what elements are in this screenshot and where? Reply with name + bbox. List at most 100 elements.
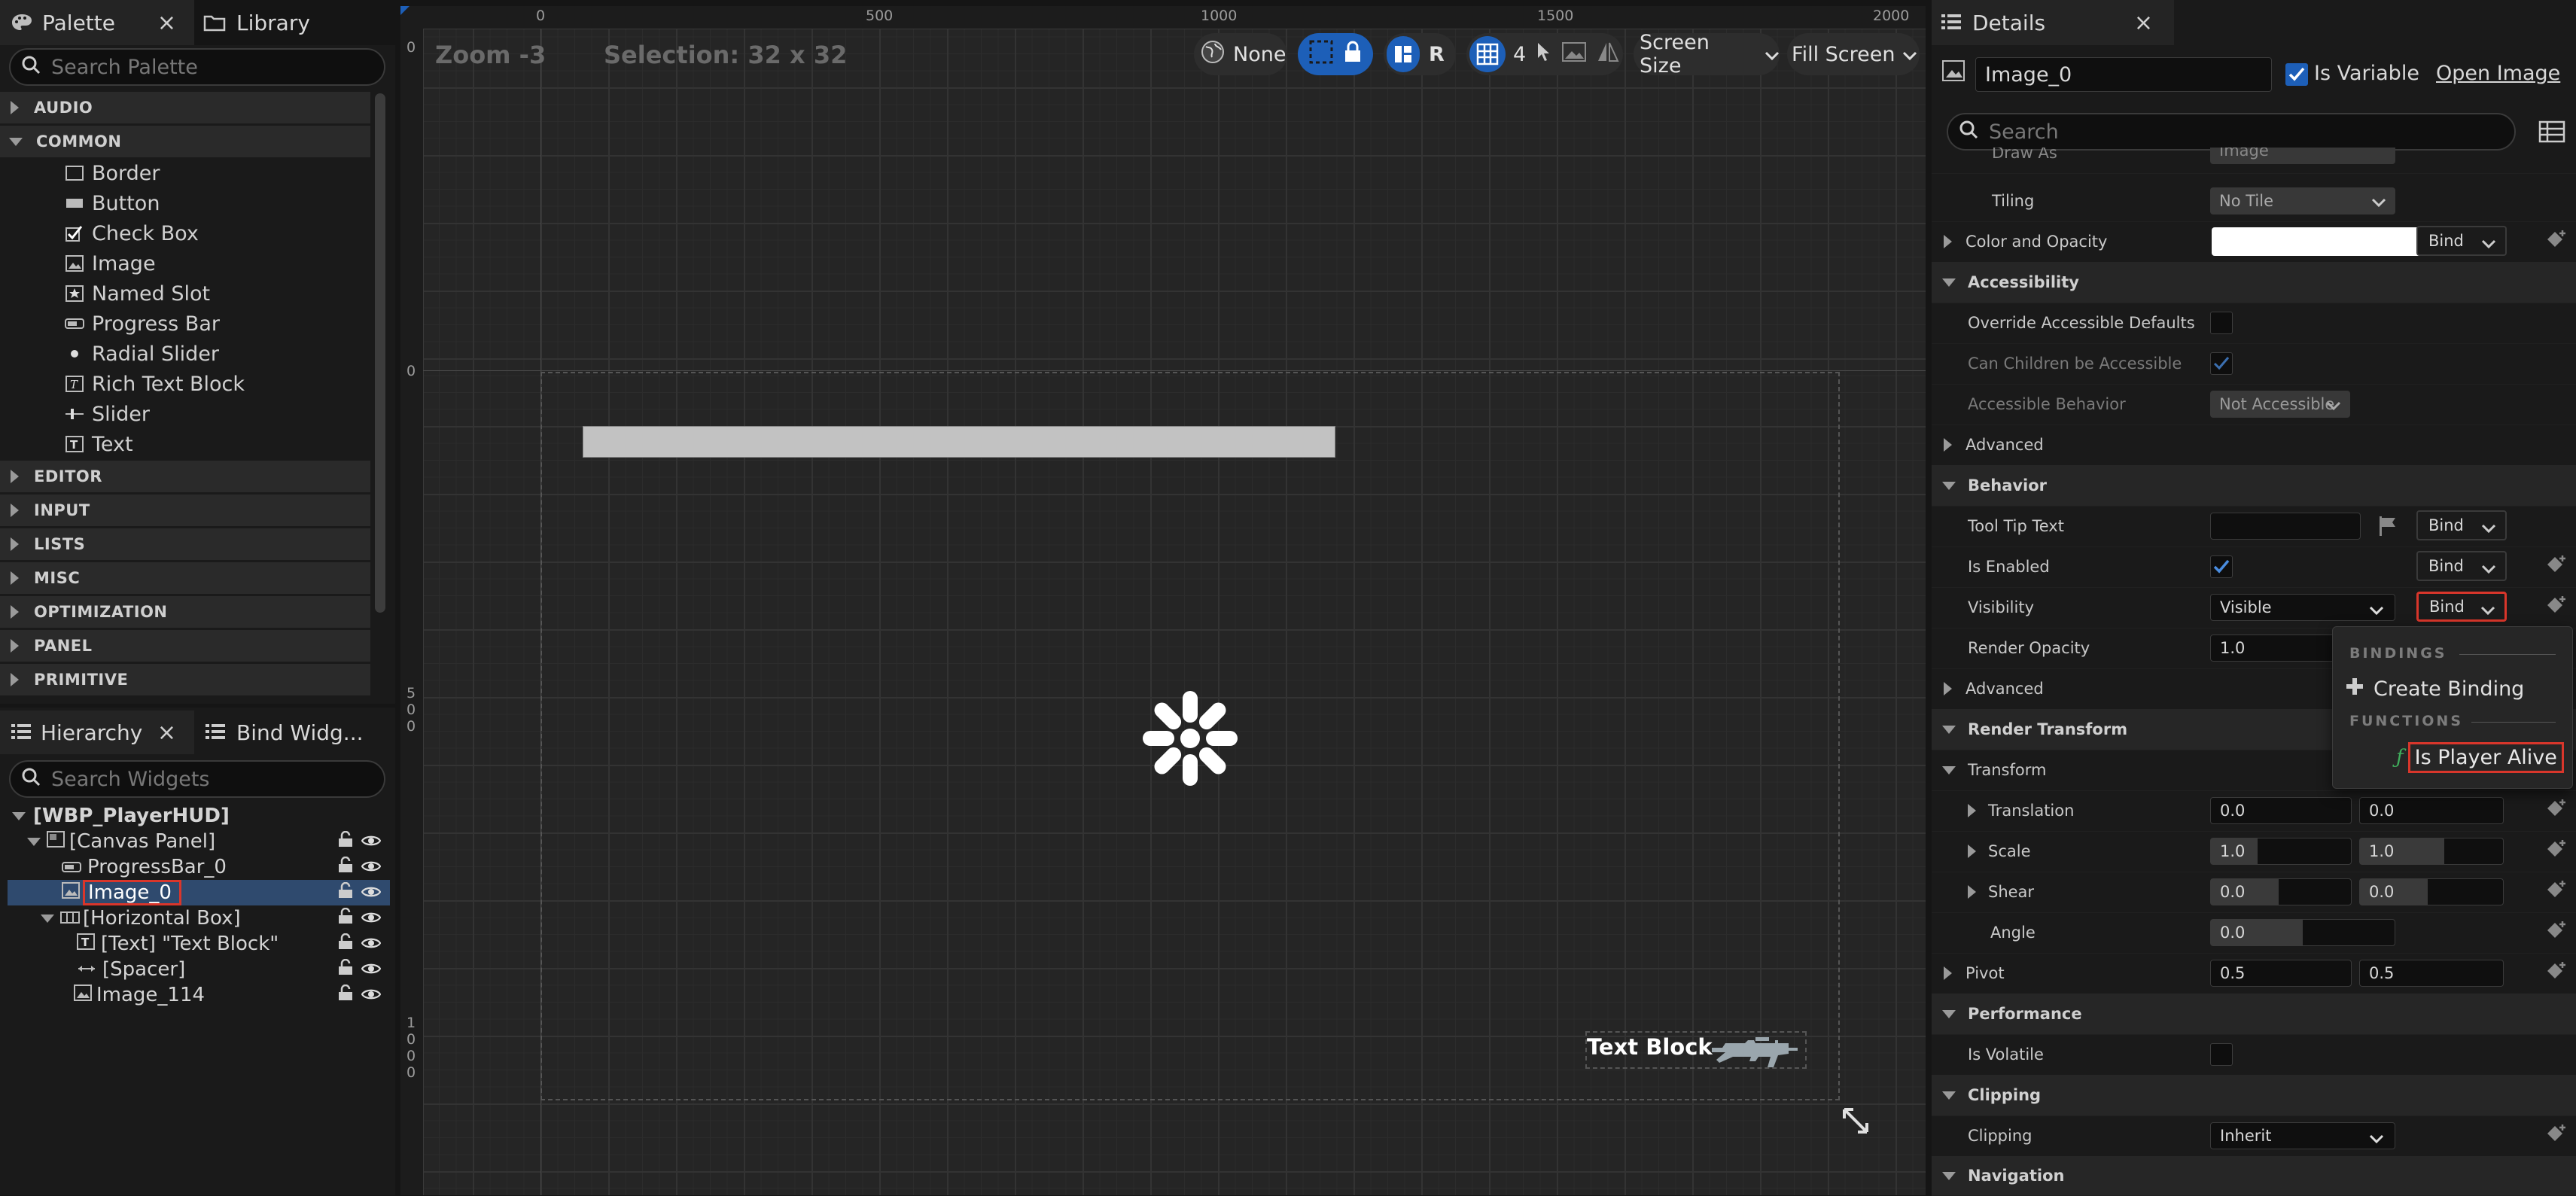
bind-dropdown-visibility[interactable]: Bind xyxy=(2416,592,2507,622)
palette-item-named-slot[interactable]: Named Slot xyxy=(65,279,210,308)
resize-handle-icon[interactable] xyxy=(1841,1106,1870,1138)
binding-diamond-icon[interactable] xyxy=(2544,596,2567,620)
visibility-dropdown[interactable]: Visible xyxy=(2210,594,2395,621)
lock-icon[interactable] xyxy=(337,881,354,904)
category-primitive[interactable]: PRIMITIVE xyxy=(0,664,370,695)
eye-icon[interactable] xyxy=(361,856,382,878)
close-icon[interactable]: × xyxy=(2134,10,2153,36)
shear-y-input[interactable]: 0.0 xyxy=(2359,878,2504,905)
hierarchy-row-image-114[interactable]: Image_114 xyxy=(8,982,390,1008)
category-input[interactable]: INPUT xyxy=(0,495,370,526)
fill-screen-dropdown[interactable]: Fill Screen xyxy=(1787,33,1920,75)
hierarchy-row-image-0[interactable]: Image_0 xyxy=(8,880,390,905)
bind-dropdown-tooltip[interactable]: Bind xyxy=(2416,510,2507,540)
table-view-icon[interactable] xyxy=(2538,120,2565,146)
palette-item-rich-text-block[interactable]: T Rich Text Block xyxy=(65,370,245,398)
create-binding-item[interactable]: Create Binding xyxy=(2345,672,2524,705)
hierarchy-row-root[interactable]: [WBP_PlayerHUD] xyxy=(8,803,390,829)
lock-icon[interactable] xyxy=(337,907,354,930)
tooltip-text-input[interactable] xyxy=(2210,513,2361,540)
override-accessible-checkbox[interactable] xyxy=(2210,312,2233,334)
clipping-dropdown[interactable]: Inherit xyxy=(2210,1122,2395,1149)
is-enabled-checkbox[interactable] xyxy=(2210,555,2233,578)
draw-as-dropdown[interactable]: Image xyxy=(2210,148,2395,164)
binding-diamond-icon[interactable] xyxy=(2544,921,2567,945)
hierarchy-row-spacer[interactable]: [Spacer] xyxy=(8,957,390,982)
eye-icon[interactable] xyxy=(361,933,382,955)
angle-input[interactable]: 0.0 xyxy=(2210,919,2395,946)
function-item-is-player-alive[interactable]: ƒ Is Player Alive xyxy=(2396,740,2564,775)
grid-snap-icon[interactable] xyxy=(1469,36,1506,72)
hierarchy-row-text-block[interactable]: T [Text] "Text Block" xyxy=(8,931,390,957)
tab-details[interactable]: Details × xyxy=(1932,0,2174,45)
open-image-link[interactable]: Open Image xyxy=(2436,62,2560,85)
palette-item-border[interactable]: Border xyxy=(65,159,160,187)
category-lists[interactable]: LISTS xyxy=(0,528,370,560)
image-preview-icon[interactable] xyxy=(1562,41,1587,67)
tab-library[interactable]: Library xyxy=(197,0,395,45)
palette-item-text[interactable]: T Text xyxy=(65,430,133,458)
eye-icon[interactable] xyxy=(361,984,382,1006)
is-volatile-checkbox[interactable] xyxy=(2210,1043,2233,1066)
eye-icon[interactable] xyxy=(361,881,382,904)
category-misc[interactable]: MISC xyxy=(0,562,370,594)
palette-item-radial-slider[interactable]: Radial Slider xyxy=(65,339,219,368)
category-performance[interactable]: Performance xyxy=(1932,994,2576,1035)
palette-search-input[interactable]: Search Palette xyxy=(9,48,385,86)
dashed-box-icon[interactable] xyxy=(1308,39,1334,70)
layout-icon[interactable] xyxy=(1387,36,1420,72)
palette-item-image[interactable]: Image xyxy=(65,249,156,278)
eye-icon[interactable] xyxy=(361,907,382,930)
row-advanced-accessibility[interactable]: Advanced xyxy=(1932,425,2576,466)
canvas-text-block[interactable]: Text Block xyxy=(1587,1034,1713,1060)
flag-icon[interactable] xyxy=(2377,515,2400,541)
localization-button[interactable]: None xyxy=(1194,33,1287,75)
pivot-y-input[interactable]: 0.5 xyxy=(2359,960,2504,987)
category-common[interactable]: COMMON xyxy=(0,126,370,157)
canvas-progress-bar[interactable] xyxy=(583,426,1335,458)
lock-icon[interactable] xyxy=(337,933,354,955)
lock-icon[interactable] xyxy=(337,984,354,1006)
binding-diamond-icon[interactable] xyxy=(2544,881,2567,905)
hierarchy-row-horizontal-box[interactable]: [Horizontal Box] xyxy=(8,905,390,931)
palette-item-slider[interactable]: Slider xyxy=(65,400,150,428)
lock-icon[interactable] xyxy=(337,958,354,981)
tab-palette[interactable]: Palette × xyxy=(0,0,194,45)
grid-snap-value[interactable]: 4 xyxy=(1513,43,1526,66)
bind-dropdown-color[interactable]: Bind xyxy=(2416,226,2507,256)
scale-y-input[interactable]: 1.0 xyxy=(2359,838,2504,865)
category-optimization[interactable]: OPTIMIZATION xyxy=(0,596,370,628)
binding-diamond-icon[interactable] xyxy=(2544,840,2567,864)
category-editor[interactable]: EDITOR xyxy=(0,461,370,492)
mirror-icon[interactable] xyxy=(1597,41,1619,68)
canvas-image-114[interactable] xyxy=(1710,1033,1805,1069)
cursor-icon[interactable] xyxy=(1535,41,1551,68)
lock-icon[interactable] xyxy=(337,830,354,853)
binding-diamond-icon[interactable] xyxy=(2544,1124,2567,1149)
shear-x-input[interactable]: 0.0 xyxy=(2210,878,2352,905)
color-swatch[interactable] xyxy=(2212,227,2437,256)
binding-diamond-icon[interactable] xyxy=(2544,230,2567,254)
palette-item-progress-bar[interactable]: Progress Bar xyxy=(65,309,220,338)
details-search-input[interactable]: Search xyxy=(1947,113,2516,151)
tab-hierarchy[interactable]: Hierarchy × xyxy=(0,711,194,754)
tab-bind-widgets[interactable]: Bind Widg... xyxy=(199,711,395,754)
category-behavior[interactable]: Behavior xyxy=(1932,465,2576,507)
hierarchy-row-canvas-panel[interactable]: [Canvas Panel] xyxy=(8,829,390,854)
category-clipping[interactable]: Clipping xyxy=(1932,1075,2576,1116)
category-panel[interactable]: PANEL xyxy=(0,630,370,662)
palette-item-button[interactable]: Button xyxy=(65,189,160,218)
category-audio[interactable]: AUDIO xyxy=(0,92,370,123)
eye-icon[interactable] xyxy=(361,830,382,853)
can-children-checkbox[interactable] xyxy=(2210,352,2233,375)
widget-name-input[interactable]: Image_0 xyxy=(1975,57,2272,92)
lock-icon[interactable] xyxy=(1343,41,1363,68)
lock-icon[interactable] xyxy=(337,856,354,878)
close-icon[interactable]: × xyxy=(157,720,176,746)
binding-diamond-icon[interactable] xyxy=(2544,962,2567,986)
binding-diamond-icon[interactable] xyxy=(2544,799,2567,823)
hierarchy-search-input[interactable]: Search Widgets xyxy=(9,760,385,798)
accessible-behavior-dropdown[interactable]: Not Accessible xyxy=(2210,391,2350,418)
scale-x-input[interactable]: 1.0 xyxy=(2210,838,2352,865)
close-icon[interactable]: × xyxy=(157,10,176,36)
